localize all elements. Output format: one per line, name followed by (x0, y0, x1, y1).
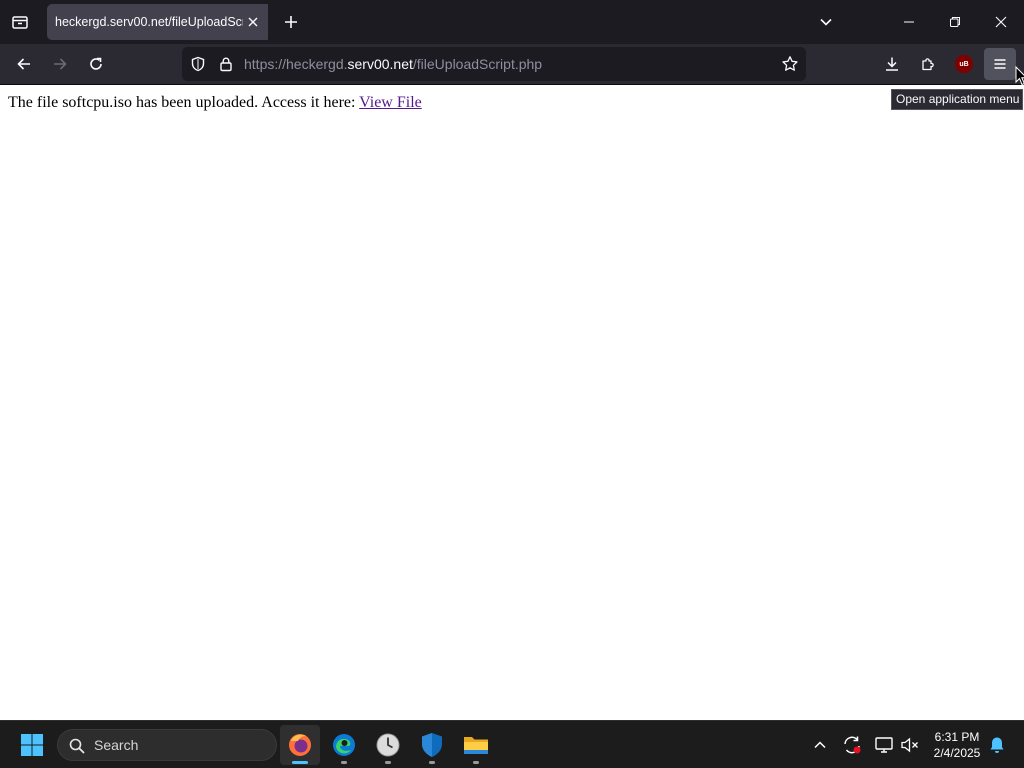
navigation-toolbar: https://heckergd.serv00.net/fileUploadSc… (0, 44, 1024, 85)
hamburger-menu-icon (994, 59, 1006, 69)
chevron-down-icon (820, 18, 832, 26)
restore-button[interactable] (932, 0, 978, 44)
tooltip: Open application menu (891, 89, 1023, 110)
back-button[interactable] (9, 49, 39, 79)
plus-icon (285, 16, 297, 28)
view-file-link[interactable]: View File (359, 94, 422, 111)
close-icon (995, 16, 1007, 28)
close-icon (248, 17, 258, 27)
url-host: serv00.net (347, 56, 413, 72)
running-indicator (429, 761, 435, 764)
downloads-button[interactable] (877, 49, 907, 79)
volume-muted-icon (901, 737, 918, 753)
bell-icon (990, 737, 1004, 753)
shield-icon (422, 733, 442, 757)
download-icon (886, 57, 898, 71)
taskbar-search-box[interactable]: Search (57, 729, 277, 761)
running-indicator (385, 761, 391, 764)
taskbar-app-clock[interactable] (368, 725, 408, 765)
taskbar-app-file-explorer[interactable] (456, 725, 496, 765)
clock-date: 2/4/2025 (933, 746, 981, 760)
tray-sync-status[interactable] (840, 733, 864, 757)
start-button[interactable] (12, 727, 52, 763)
page-content: The file softcpu.iso has been uploaded. … (0, 86, 1024, 720)
tray-network[interactable] (872, 733, 896, 757)
clock-app-icon (376, 733, 400, 757)
site-info-button[interactable] (216, 54, 236, 74)
extensions-button[interactable] (913, 49, 943, 79)
running-indicator (341, 761, 347, 764)
arrow-left-icon (17, 58, 30, 70)
notifications-button[interactable] (985, 733, 1009, 757)
url-prefix: https://heckergd. (244, 56, 348, 72)
upload-message: The file softcpu.iso has been uploaded. … (8, 94, 422, 112)
forward-button[interactable] (45, 49, 75, 79)
url-bar[interactable]: https://heckergd.serv00.net/fileUploadSc… (182, 47, 806, 81)
taskbar-app-edge[interactable] (324, 725, 364, 765)
sync-alert-icon (844, 736, 861, 754)
reload-icon (90, 57, 102, 70)
mouse-cursor-icon (1015, 66, 1024, 86)
ublock-origin-button[interactable]: uB (955, 55, 973, 73)
tab-active[interactable]: heckergd.serv00.net/fileUploadScript.php (47, 4, 268, 40)
close-window-button[interactable] (978, 0, 1024, 44)
network-icon (875, 737, 893, 753)
bookmark-button[interactable] (780, 54, 800, 74)
list-all-tabs-button[interactable] (810, 6, 842, 38)
firefox-icon (289, 734, 311, 756)
url-text[interactable]: https://heckergd.serv00.net/fileUploadSc… (244, 47, 542, 81)
show-hidden-icons-button[interactable] (808, 733, 832, 757)
reload-button[interactable] (81, 49, 111, 79)
minimize-button[interactable] (886, 0, 932, 44)
upload-message-text: The file softcpu.iso has been uploaded. … (8, 94, 360, 111)
tab-close-button[interactable] (243, 12, 263, 32)
taskbar-app-defender[interactable] (412, 725, 452, 765)
taskbar-clock[interactable]: 6:31 PM 2/4/2025 (926, 729, 988, 761)
tracking-protection-button[interactable] (188, 54, 208, 74)
edge-icon (333, 734, 355, 756)
windows-logo-icon (21, 734, 43, 756)
lock-icon (220, 57, 232, 72)
clock-time: 6:31 PM (934, 730, 980, 744)
firefox-view-button[interactable] (4, 6, 36, 38)
star-icon (782, 56, 798, 71)
tray-volume[interactable] (898, 733, 922, 757)
application-menu-button[interactable] (984, 48, 1016, 80)
url-path: /fileUploadScript.php (412, 56, 543, 72)
tab-strip: heckergd.serv00.net/fileUploadScript.php (0, 0, 1024, 44)
restore-icon (950, 17, 960, 27)
search-placeholder: Search (94, 737, 139, 753)
ublock-badge-text: uB (959, 60, 969, 68)
running-indicator (473, 761, 479, 764)
shield-icon (191, 56, 205, 72)
minimize-icon (904, 21, 914, 23)
tab-list-icon (12, 16, 28, 29)
running-indicator (292, 761, 308, 764)
taskbar-app-firefox[interactable] (280, 725, 320, 765)
chevron-up-icon (814, 741, 826, 749)
arrow-right-icon (54, 58, 67, 70)
search-icon (69, 738, 85, 754)
puzzle-icon (922, 58, 934, 71)
tab-title: heckergd.serv00.net/fileUploadScript.php (55, 15, 243, 29)
folder-icon (464, 737, 488, 754)
new-tab-button[interactable] (277, 8, 305, 36)
windows-taskbar: Search 6:31 PM 2/4/2025 (0, 720, 1024, 768)
